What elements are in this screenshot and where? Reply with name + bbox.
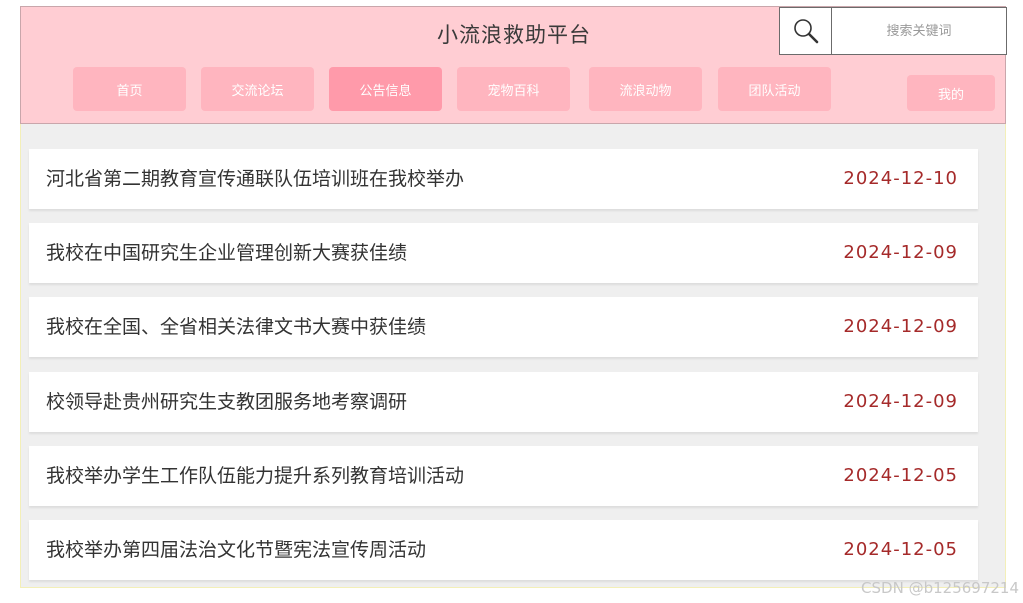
search-box xyxy=(779,7,1007,55)
news-date: 2024-12-09 xyxy=(843,316,958,337)
header: 小流浪救助平台 首页 交流论坛 公告信息 宠物百科 流浪动物 团队活动 我的 xyxy=(20,6,1007,124)
list-item[interactable]: 校领导赴贵州研究生支教团服务地考察调研 2024-12-09 xyxy=(29,372,978,432)
search-input[interactable] xyxy=(832,8,1006,54)
mine-button[interactable]: 我的 xyxy=(907,75,995,111)
news-title: 我校在全国、全省相关法律文书大赛中获佳绩 xyxy=(46,316,427,338)
nav-pet-encyclopedia[interactable]: 宠物百科 xyxy=(457,67,570,111)
news-date: 2024-12-09 xyxy=(843,391,958,412)
news-date: 2024-12-09 xyxy=(843,242,958,263)
news-title: 校领导赴贵州研究生支教团服务地考察调研 xyxy=(46,391,408,413)
list-item[interactable]: 我校举办第四届法治文化节暨宪法宣传周活动 2024-12-05 xyxy=(29,520,978,580)
news-date: 2024-12-05 xyxy=(843,465,958,486)
announcement-list: 河北省第二期教育宣传通联队伍培训班在我校举办 2024-12-10 我校在中国研… xyxy=(20,124,1006,588)
nav-team-activities[interactable]: 团队活动 xyxy=(718,67,831,111)
nav-forum[interactable]: 交流论坛 xyxy=(201,67,314,111)
list-item[interactable]: 我校举办学生工作队伍能力提升系列教育培训活动 2024-12-05 xyxy=(29,446,978,506)
news-date: 2024-12-05 xyxy=(843,539,958,560)
list-item[interactable]: 我校在中国研究生企业管理创新大赛获佳绩 2024-12-09 xyxy=(29,223,978,283)
watermark: CSDN @b125697214 xyxy=(861,579,1019,597)
search-icon xyxy=(793,19,818,44)
list-item[interactable]: 河北省第二期教育宣传通联队伍培训班在我校举办 2024-12-10 xyxy=(29,149,978,209)
news-title: 我校举办第四届法治文化节暨宪法宣传周活动 xyxy=(46,539,427,561)
list-item[interactable]: 我校在全国、全省相关法律文书大赛中获佳绩 2024-12-09 xyxy=(29,297,978,357)
news-title: 河北省第二期教育宣传通联队伍培训班在我校举办 xyxy=(46,168,465,190)
news-date: 2024-12-10 xyxy=(843,168,958,189)
page-frame: 小流浪救助平台 首页 交流论坛 公告信息 宠物百科 流浪动物 团队活动 我的 河… xyxy=(20,6,1007,588)
news-title: 我校在中国研究生企业管理创新大赛获佳绩 xyxy=(46,242,408,264)
nav-announcements[interactable]: 公告信息 xyxy=(329,67,442,111)
search-button[interactable] xyxy=(780,8,832,54)
nav-home[interactable]: 首页 xyxy=(73,67,186,111)
news-title: 我校举办学生工作队伍能力提升系列教育培训活动 xyxy=(46,465,465,487)
nav-stray-animals[interactable]: 流浪动物 xyxy=(589,67,702,111)
